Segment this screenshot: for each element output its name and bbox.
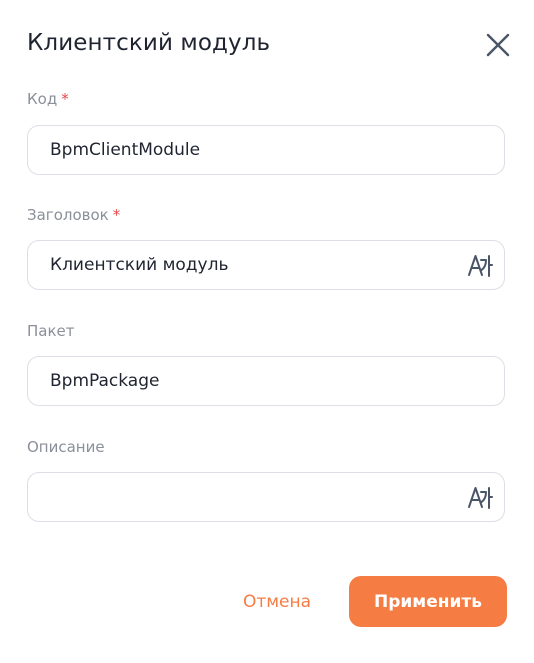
- dialog-title: Клиентский модуль: [27, 30, 271, 56]
- package-label-text: Пакет: [27, 322, 75, 340]
- package-label: Пакет: [27, 322, 75, 340]
- required-mark: *: [61, 90, 69, 108]
- caption-label: Заголовок *: [27, 206, 120, 224]
- module-properties-dialog: Клиентский модуль Код * BpmClientModule З…: [0, 0, 534, 663]
- caption-value: Клиентский модуль: [50, 255, 229, 275]
- code-field[interactable]: BpmClientModule: [27, 125, 505, 175]
- package-field[interactable]: BpmPackage: [27, 356, 505, 406]
- close-icon[interactable]: [484, 31, 512, 59]
- apply-button[interactable]: Применить: [349, 576, 507, 627]
- caption-field[interactable]: Клиентский модуль: [27, 240, 505, 290]
- code-label: Код *: [27, 90, 69, 108]
- cancel-button[interactable]: Отмена: [229, 577, 325, 627]
- translate-icon[interactable]: [466, 251, 494, 279]
- caption-label-text: Заголовок: [27, 206, 109, 224]
- code-value: BpmClientModule: [50, 140, 201, 160]
- code-label-text: Код: [27, 90, 58, 108]
- translate-icon[interactable]: [466, 483, 494, 511]
- description-field[interactable]: [27, 472, 505, 522]
- package-value: BpmPackage: [50, 371, 160, 391]
- required-mark: *: [112, 206, 121, 224]
- description-label: Описание: [27, 438, 105, 456]
- description-label-text: Описание: [27, 438, 105, 456]
